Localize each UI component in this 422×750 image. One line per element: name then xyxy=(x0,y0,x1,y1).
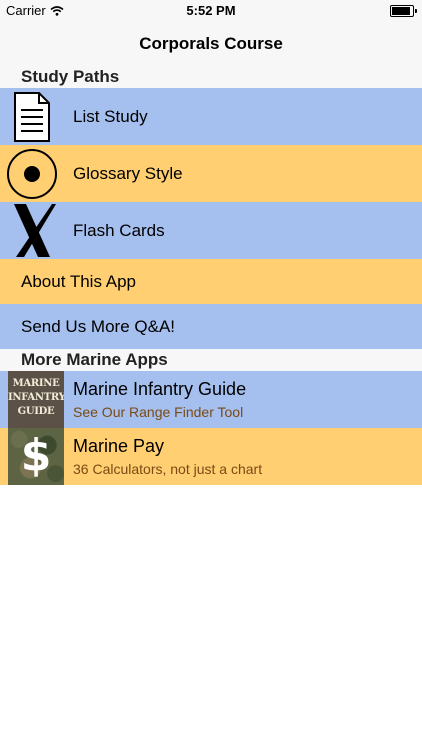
app-subtitle: 36 Calculators, not just a chart xyxy=(73,461,263,477)
section-header-study-paths: Study Paths xyxy=(0,66,422,88)
study-item-glossary-style[interactable]: Glossary Style xyxy=(0,145,422,202)
study-item-flash-cards[interactable]: Flash Cards xyxy=(0,202,422,259)
thumb-text-line: MARINE xyxy=(12,378,60,389)
app-subtitle: See Our Range Finder Tool xyxy=(73,404,244,420)
marine-infantry-guide-thumbnail: MARINE INFANTRY GUIDE xyxy=(8,371,64,428)
marine-pay-thumbnail: $ xyxy=(8,428,64,485)
study-item-label: List Study xyxy=(73,106,148,126)
app-title: Marine Pay xyxy=(73,436,165,456)
target-circle-icon xyxy=(0,145,64,202)
about-app-label: About This App xyxy=(21,271,136,291)
status-time: 5:52 PM xyxy=(186,3,236,18)
section-header-more-apps: More Marine Apps xyxy=(0,349,422,371)
app-row-marine-infantry-guide[interactable]: MARINE INFANTRY GUIDE Marine Infantry Gu… xyxy=(0,371,422,428)
study-item-label: Flash Cards xyxy=(73,220,165,240)
thumb-text-line: GUIDE xyxy=(17,406,55,417)
study-item-label: Glossary Style xyxy=(73,163,183,183)
nav-bar: Corporals Course xyxy=(0,22,422,67)
app-title: Marine Infantry Guide xyxy=(73,379,247,399)
section-title: More Marine Apps xyxy=(21,350,168,369)
status-bar: Carrier 5:52 PM xyxy=(0,0,422,22)
x-cross-icon xyxy=(0,202,64,259)
dollar-icon: $ xyxy=(20,430,52,481)
send-qa-label: Send Us More Q&A! xyxy=(21,316,176,336)
thumb-text-line: INFANTRY xyxy=(8,392,64,403)
section-title: Study Paths xyxy=(21,67,120,86)
send-qa-row[interactable]: Send Us More Q&A! xyxy=(0,304,422,349)
page-title: Corporals Course xyxy=(139,34,283,53)
app-row-marine-pay[interactable]: $ Marine Pay 36 Calculators, not just a … xyxy=(0,428,422,485)
battery-icon xyxy=(390,5,417,17)
study-item-list-study[interactable]: List Study xyxy=(0,88,422,145)
about-app-row[interactable]: About This App xyxy=(0,259,422,304)
document-icon xyxy=(0,88,64,145)
